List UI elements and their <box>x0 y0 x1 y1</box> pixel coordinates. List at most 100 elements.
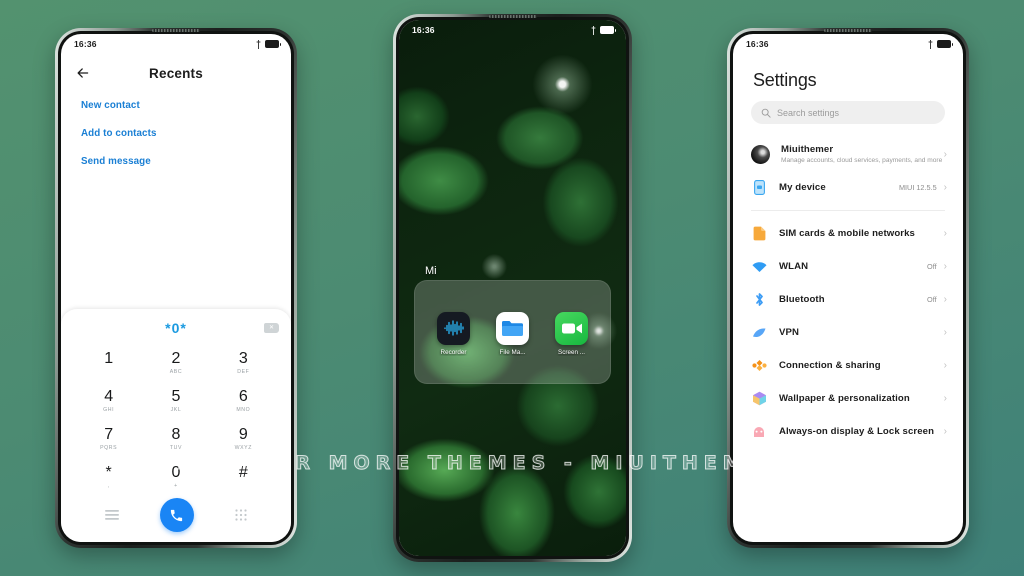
app-label: Recorder <box>440 348 467 356</box>
key-4[interactable]: 4 GHI <box>75 382 142 420</box>
settings-row-sim-cards[interactable]: SIM cards & mobile networks › <box>733 217 963 250</box>
row-label: Always-on display & Lock screen <box>779 426 935 438</box>
app-label: Screen ... <box>558 348 585 356</box>
lock-screen-icon <box>751 424 767 440</box>
action-send-message[interactable]: Send message <box>81 156 271 167</box>
key-letters: WXYZ <box>234 445 253 451</box>
key-8[interactable]: 8 TUV <box>142 420 209 458</box>
row-label: Connection & sharing <box>779 360 881 372</box>
app-recorder[interactable]: Recorder <box>428 311 480 356</box>
settings-row-wlan[interactable]: WLAN Off › <box>733 250 963 283</box>
number-display-row: *0* ✕ <box>61 318 291 340</box>
settings-row-connection-sharing[interactable]: Connection & sharing › <box>733 349 963 382</box>
settings-row-my-device[interactable]: My device MIUI 12.5.5 › <box>733 171 963 204</box>
vpn-icon <box>751 325 767 341</box>
key-digit: 8 <box>171 426 181 443</box>
chevron-right-icon: › <box>943 293 947 305</box>
key-letters: , <box>107 483 110 489</box>
row-label: VPN <box>779 327 800 339</box>
earpiece-speaker <box>488 15 537 18</box>
list-menu-icon[interactable] <box>105 509 120 521</box>
battery-icon <box>265 40 281 48</box>
account-subtitle: Manage accounts, cloud services, payment… <box>781 157 943 164</box>
phone-call-icon <box>171 509 183 521</box>
phone-center-home: 16:36 Mi Recorder File Ma... Screen ... <box>393 14 632 562</box>
status-bar: 16:36 <box>61 34 291 54</box>
key-hash[interactable]: # <box>210 458 277 496</box>
chevron-right-icon: › <box>943 181 947 193</box>
key-digit: 2 <box>171 350 181 367</box>
key-letters: ABC <box>169 369 183 375</box>
key-5[interactable]: 5 JKL <box>142 382 209 420</box>
status-bar: 16:36 <box>733 34 963 54</box>
key-digit: 4 <box>104 388 114 405</box>
key-1[interactable]: 1 <box>75 344 142 382</box>
settings-list: Settings Search settings Miuithemer Mana… <box>733 54 963 542</box>
row-value: Off <box>927 262 937 272</box>
key-3[interactable]: 3 DEF <box>210 344 277 382</box>
key-letters: JKL <box>170 407 182 413</box>
earpiece-speaker <box>152 29 200 32</box>
status-time: 16:36 <box>412 25 435 35</box>
location-icon <box>256 39 261 49</box>
key-digit: 0 <box>171 464 181 481</box>
search-input[interactable]: Search settings <box>751 101 945 124</box>
row-label: My device <box>779 182 826 194</box>
keypad-card: *0* ✕ 1 2 ABC 3 DEF 4 GHI 5 JKL 6 MNO 7 PQRS 8… <box>61 309 291 542</box>
wifi-icon <box>751 259 767 275</box>
key-star[interactable]: *, <box>75 458 142 496</box>
key-digit: 3 <box>238 350 248 367</box>
app-file-manager[interactable]: File Ma... <box>487 311 539 356</box>
key-6[interactable]: 6 MNO <box>210 382 277 420</box>
earpiece-speaker <box>824 29 872 32</box>
key-digit: 1 <box>104 350 114 367</box>
folder-app-list: Recorder File Ma... Screen ... <box>415 281 610 356</box>
page-title: Recents <box>149 65 203 81</box>
status-time: 16:36 <box>74 39 97 49</box>
dialer-header: Recents <box>61 54 291 86</box>
search-placeholder: Search settings <box>777 107 840 118</box>
settings-row-account[interactable]: Miuithemer Manage accounts, cloud servic… <box>733 138 963 171</box>
screen-home: 16:36 Mi Recorder File Ma... Screen ... <box>399 20 626 556</box>
row-label: Wallpaper & personalization <box>779 393 910 405</box>
action-add-to-contacts[interactable]: Add to contacts <box>81 128 271 139</box>
keypad-grid-icon[interactable] <box>235 509 247 521</box>
settings-row-bluetooth[interactable]: Bluetooth Off › <box>733 283 963 316</box>
settings-row-wallpaper[interactable]: Wallpaper & personalization › <box>733 382 963 415</box>
folder-mi[interactable]: Mi Recorder File Ma... Screen ... <box>414 265 611 384</box>
status-bar: 16:36 <box>399 20 626 40</box>
page-title: Settings <box>753 70 817 90</box>
row-label: Bluetooth <box>779 294 825 306</box>
backspace-icon[interactable]: ✕ <box>264 323 279 333</box>
call-button[interactable] <box>159 498 194 532</box>
avatar <box>751 145 770 165</box>
sim-card-icon <box>751 226 767 242</box>
battery-icon <box>937 40 953 48</box>
key-letters: + <box>174 483 178 489</box>
status-time: 16:36 <box>746 39 769 49</box>
screen-settings: 16:36 Settings Search settings Miuitheme… <box>733 34 963 542</box>
folder-name: Mi <box>425 264 437 277</box>
wallpaper-icon <box>751 391 767 407</box>
key-9[interactable]: 9 WXYZ <box>210 420 277 458</box>
back-arrow-icon[interactable] <box>75 64 93 82</box>
settings-row-vpn[interactable]: VPN › <box>733 316 963 349</box>
app-screen-recorder[interactable]: Screen ... <box>546 311 598 356</box>
action-new-contact[interactable]: New contact <box>81 100 271 111</box>
screen-dialer: 16:36 Recents New contact Add to contact… <box>61 34 291 542</box>
chevron-right-icon: › <box>943 227 947 239</box>
chevron-right-icon: › <box>943 326 947 338</box>
key-0[interactable]: 0 + <box>142 458 209 496</box>
chevron-right-icon: › <box>943 392 947 404</box>
bluetooth-icon <box>751 292 767 308</box>
key-2[interactable]: 2 ABC <box>142 344 209 382</box>
chevron-right-icon: › <box>943 260 947 272</box>
search-icon <box>761 108 771 118</box>
key-letters: TUV <box>169 445 183 451</box>
key-7[interactable]: 7 PQRS <box>75 420 142 458</box>
chevron-right-icon: › <box>943 148 947 160</box>
phone-right-settings: 16:36 Settings Search settings Miuitheme… <box>727 28 969 548</box>
settings-row-always-on-display[interactable]: Always-on display & Lock screen › <box>733 415 963 448</box>
key-letters: GHI <box>103 407 115 413</box>
divider <box>751 210 945 212</box>
